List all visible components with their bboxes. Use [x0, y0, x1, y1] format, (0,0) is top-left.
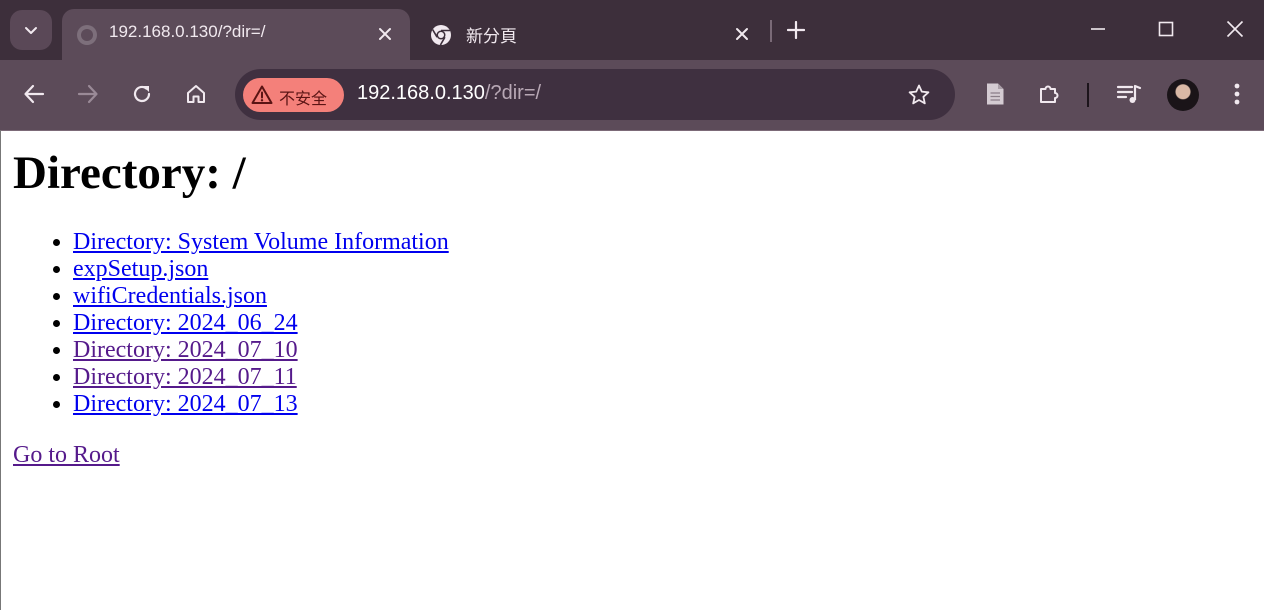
entry-link[interactable]: Directory: 2024_07_13 [73, 391, 298, 417]
go-to-root-link[interactable]: Go to Root [13, 442, 120, 469]
close-tab-button[interactable] [374, 23, 396, 45]
tab-separator [770, 20, 772, 42]
star-icon [908, 84, 930, 105]
home-button[interactable] [182, 80, 210, 108]
entry-link[interactable]: Directory: 2024_07_10 [73, 337, 298, 363]
more-vertical-icon [1234, 83, 1240, 105]
profile-avatar[interactable] [1167, 79, 1199, 111]
arrow-right-icon [77, 84, 98, 104]
directory-listing: Directory: System Volume Information exp… [0, 229, 449, 418]
entry-link[interactable]: expSetup.json [73, 256, 208, 282]
media-controls-button[interactable] [1115, 80, 1143, 108]
tab-active[interactable]: 192.168.0.130/?dir=/ [62, 9, 410, 60]
home-icon [187, 85, 205, 103]
document-extension-button[interactable] [981, 80, 1009, 108]
list-item: Directory: 2024_07_10 [73, 337, 449, 364]
list-item: Directory: 2024_07_11 [73, 364, 449, 391]
extensions-button[interactable] [1035, 80, 1063, 108]
toolbar-separator [1087, 83, 1089, 107]
list-item: Directory: 2024_07_13 [73, 391, 449, 418]
chrome-icon [431, 25, 451, 46]
minimize-button[interactable] [1085, 16, 1111, 42]
close-tab-button[interactable] [731, 23, 753, 45]
security-indicator[interactable]: 不安全 [243, 78, 344, 112]
menu-button[interactable] [1223, 80, 1251, 108]
warning-icon [251, 85, 273, 104]
url-text[interactable]: 192.168.0.130/?dir=/ [357, 82, 541, 105]
new-tab-button[interactable] [783, 17, 809, 43]
reload-icon [133, 85, 151, 103]
plus-icon [787, 21, 805, 39]
close-icon [736, 28, 748, 40]
bookmark-button[interactable] [905, 81, 933, 109]
globe-icon [77, 25, 97, 45]
tab-search-button[interactable] [10, 10, 52, 50]
list-item: expSetup.json [73, 256, 449, 283]
entry-link[interactable]: Directory: System Volume Information [73, 229, 449, 255]
close-window-button[interactable] [1222, 16, 1248, 42]
entry-link[interactable]: wifiCredentials.json [73, 283, 267, 309]
tab-new-tab[interactable]: 新分頁 [414, 9, 766, 60]
forward-button[interactable] [74, 80, 102, 108]
document-icon [987, 83, 1004, 105]
url-path: /?dir=/ [484, 82, 542, 104]
close-icon [1226, 20, 1244, 38]
url-host: 192.168.0.130 [357, 82, 485, 104]
close-icon [379, 28, 391, 40]
tab-title: 新分頁 [466, 27, 517, 46]
playlist-icon [1116, 84, 1142, 103]
back-button[interactable] [20, 80, 48, 108]
browser-toolbar: 不安全 192.168.0.130/?dir=/ [0, 60, 1264, 131]
page-title: Directory: / [13, 147, 246, 199]
list-item: Directory: System Volume Information [73, 229, 449, 256]
maximize-button[interactable] [1153, 16, 1179, 42]
chevron-down-icon [25, 27, 37, 34]
tab-strip: 192.168.0.130/?dir=/ 新分頁 [0, 0, 1264, 60]
arrow-left-icon [24, 84, 45, 104]
reload-button[interactable] [128, 80, 156, 108]
entry-link[interactable]: Directory: 2024_07_11 [73, 364, 297, 390]
tab-title: 192.168.0.130/?dir=/ [109, 22, 266, 41]
security-label: 不安全 [279, 91, 328, 108]
maximize-icon [1158, 21, 1174, 37]
entry-link[interactable]: Directory: 2024_06_24 [73, 310, 298, 336]
minimize-icon [1091, 28, 1105, 30]
list-item: wifiCredentials.json [73, 283, 449, 310]
puzzle-icon [1040, 85, 1059, 103]
list-item: Directory: 2024_06_24 [73, 310, 449, 337]
address-bar[interactable]: 不安全 192.168.0.130/?dir=/ [235, 69, 955, 120]
page-content: Directory: / Directory: System Volume In… [0, 131, 1264, 610]
